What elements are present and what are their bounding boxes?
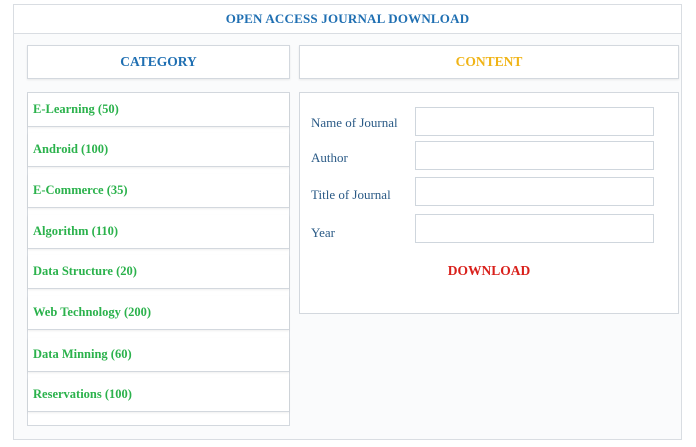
journal-title-input[interactable] (415, 177, 654, 206)
author-label: Author (311, 150, 348, 165)
category-heading: CATEGORY (27, 45, 290, 79)
category-item-e-learning[interactable]: E-Learning (50) (28, 93, 289, 127)
category-item-data-structure[interactable]: Data Structure (20) (28, 255, 289, 289)
page-title: OPEN ACCESS JOURNAL DOWNLOAD (13, 4, 682, 34)
content-heading: CONTENT (299, 45, 679, 79)
category-item-data-minning[interactable]: Data Minning (60) (28, 338, 289, 372)
year-label: Year (311, 225, 335, 240)
journal-name-input[interactable] (415, 107, 654, 136)
journal-name-label: Name of Journal (311, 115, 398, 130)
category-item-e-commerce[interactable]: E-Commerce (35) (28, 174, 289, 208)
category-item-reservations[interactable]: Reservations (100) (28, 378, 289, 412)
download-form: Name of Journal Author Title of Journal … (299, 92, 679, 314)
category-item-android[interactable]: Android (100) (28, 133, 289, 167)
category-list: E-Learning (50) Android (100) E-Commerce… (27, 92, 290, 426)
journal-title-label: Title of Journal (311, 187, 391, 202)
category-item-web-technology[interactable]: Web Technology (200) (28, 296, 289, 330)
download-button[interactable]: DOWNLOAD (300, 263, 678, 279)
year-input[interactable] (415, 214, 654, 243)
author-input[interactable] (415, 141, 654, 170)
category-item-algorithm[interactable]: Algorithm (110) (28, 215, 289, 249)
